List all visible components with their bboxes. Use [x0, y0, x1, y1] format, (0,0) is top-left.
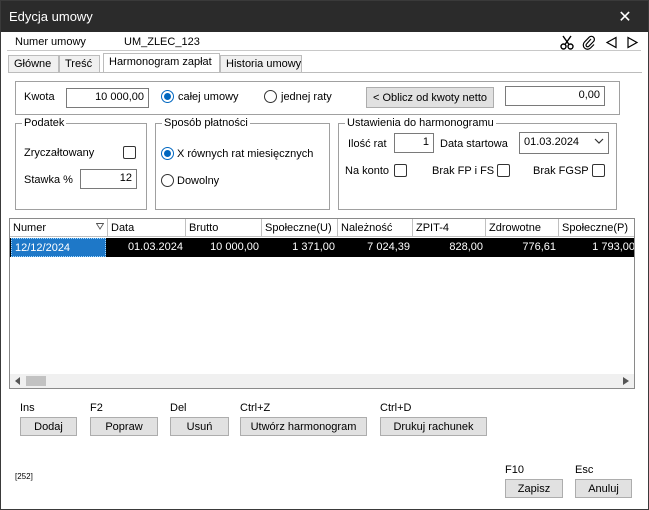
save-button[interactable]: Zapisz	[505, 479, 563, 498]
paperclip-icon[interactable]	[581, 34, 597, 50]
scroll-right-icon[interactable]	[619, 374, 633, 388]
radio-single-installment[interactable]	[264, 90, 277, 103]
no-fp-fs-checkbox[interactable]	[497, 164, 510, 177]
add-button[interactable]: Dodaj	[20, 417, 77, 436]
radio-custom-payment[interactable]	[161, 174, 174, 187]
title-bar: Edycja umowy ✕	[1, 1, 648, 32]
column-header-amount-due[interactable]: Należność	[338, 219, 413, 237]
radio-whole-contract-label: całej umowy	[178, 91, 239, 103]
cell-social-p[interactable]: 1 793,00	[559, 238, 634, 257]
chevron-down-icon	[594, 136, 604, 148]
start-date-label: Data startowa	[440, 138, 508, 150]
edit-shortcut: F2	[90, 402, 103, 414]
contract-number-label: Numer umowy	[15, 36, 86, 48]
scrollbar-thumb[interactable]	[26, 376, 46, 386]
payment-method-group: Sposób płatności	[155, 117, 330, 210]
tax-group: Podatek	[15, 117, 147, 210]
arrow-right-icon[interactable]	[624, 34, 640, 50]
close-icon[interactable]: ✕	[602, 1, 648, 32]
table-header: Numer Data Brutto Społeczne(U) Należność…	[10, 219, 634, 237]
cancel-button[interactable]: Anuluj	[575, 479, 632, 498]
column-header-social-p[interactable]: Społeczne(P)	[559, 219, 634, 237]
amount-input[interactable]: 10 000,00	[66, 88, 149, 108]
horizontal-scrollbar[interactable]	[10, 374, 634, 388]
radio-custom-payment-label: Dowolny	[177, 175, 220, 187]
no-fgsp-label: Brak FGSP	[533, 165, 589, 177]
save-shortcut: F10	[505, 464, 524, 476]
flat-tax-checkbox[interactable]	[123, 146, 136, 159]
no-fp-fs-label: Brak FP i FS	[432, 165, 495, 177]
schedule-table: Numer Data Brutto Społeczne(U) Należność…	[9, 218, 635, 389]
create-schedule-shortcut: Ctrl+Z	[240, 402, 271, 414]
footer-code: [252]	[15, 472, 33, 481]
cell-amount-due[interactable]: 7 024,39	[338, 238, 413, 257]
delete-shortcut: Del	[170, 402, 187, 414]
radio-equal-installments[interactable]	[161, 147, 174, 160]
column-header-gross[interactable]: Brutto	[186, 219, 262, 237]
flat-tax-label: Zryczałtowany	[24, 147, 95, 159]
tab-divider	[8, 72, 642, 73]
delete-button[interactable]: Usuń	[170, 417, 229, 436]
cancel-shortcut: Esc	[575, 464, 594, 476]
table-row[interactable]: 12/12/2024 01.03.2024 10 000,00 1 371,00…	[10, 238, 634, 257]
contract-number-value: UM_ZLEC_123	[124, 36, 200, 48]
radio-whole-contract[interactable]	[161, 90, 174, 103]
scroll-left-icon[interactable]	[11, 374, 25, 388]
to-account-label: Na konto	[345, 165, 390, 177]
tab-content[interactable]: Treść	[59, 55, 100, 72]
column-header-zpit4[interactable]: ZPIT-4	[413, 219, 486, 237]
cell-date[interactable]: 01.03.2024	[108, 238, 186, 257]
print-bill-shortcut: Ctrl+D	[380, 402, 412, 414]
window-title: Edycja umowy	[9, 9, 93, 24]
column-header-date[interactable]: Data	[108, 219, 186, 237]
no-fgsp-checkbox[interactable]	[592, 164, 605, 177]
create-schedule-button[interactable]: Utwórz harmonogram	[240, 417, 367, 436]
column-header-number[interactable]: Numer	[10, 219, 108, 237]
tax-rate-input[interactable]: 12	[80, 169, 137, 189]
cell-social-u[interactable]: 1 371,00	[262, 238, 338, 257]
filter-icon[interactable]	[95, 222, 105, 234]
net-amount-input[interactable]: 0,00	[505, 86, 605, 106]
header-divider	[7, 50, 641, 51]
tab-main[interactable]: Główne	[8, 55, 59, 72]
column-header-social-u[interactable]: Społeczne(U)	[262, 219, 338, 237]
scissors-icon[interactable]	[559, 34, 575, 50]
schedule-settings-title: Ustawienia do harmonogramu	[345, 117, 496, 129]
contract-edit-window: Edycja umowy ✕ Numer umowy UM_ZLEC_123 G…	[0, 0, 649, 510]
start-date-select[interactable]: 01.03.2024	[519, 132, 609, 154]
to-account-checkbox[interactable]	[394, 164, 407, 177]
tab-contract-history[interactable]: Historia umowy	[220, 55, 302, 72]
installment-count-label: Ilość rat	[348, 138, 387, 150]
print-bill-button[interactable]: Drukuj rachunek	[380, 417, 487, 436]
tax-group-title: Podatek	[22, 117, 67, 129]
add-shortcut: Ins	[20, 402, 35, 414]
column-header-health[interactable]: Zdrowotne	[486, 219, 559, 237]
cell-gross[interactable]: 10 000,00	[186, 238, 262, 257]
cell-zpit4[interactable]: 828,00	[413, 238, 486, 257]
amount-label: Kwota	[24, 91, 55, 103]
radio-equal-installments-label: X równych rat miesięcznych	[177, 148, 314, 160]
start-date-value: 01.03.2024	[524, 136, 580, 148]
edit-button[interactable]: Popraw	[90, 417, 158, 436]
cell-number[interactable]: 12/12/2024	[11, 238, 106, 257]
radio-single-installment-label: jednej raty	[281, 91, 332, 103]
tax-rate-label: Stawka %	[24, 174, 73, 186]
cell-health[interactable]: 776,61	[486, 238, 559, 257]
installment-count-input[interactable]: 1	[394, 133, 434, 153]
payment-method-title: Sposób płatności	[162, 117, 250, 129]
calculate-from-net-button[interactable]: < Oblicz od kwoty netto	[366, 87, 494, 108]
arrow-left-icon[interactable]	[603, 34, 619, 50]
tab-payment-schedule[interactable]: Harmonogram zapłat	[103, 53, 220, 73]
